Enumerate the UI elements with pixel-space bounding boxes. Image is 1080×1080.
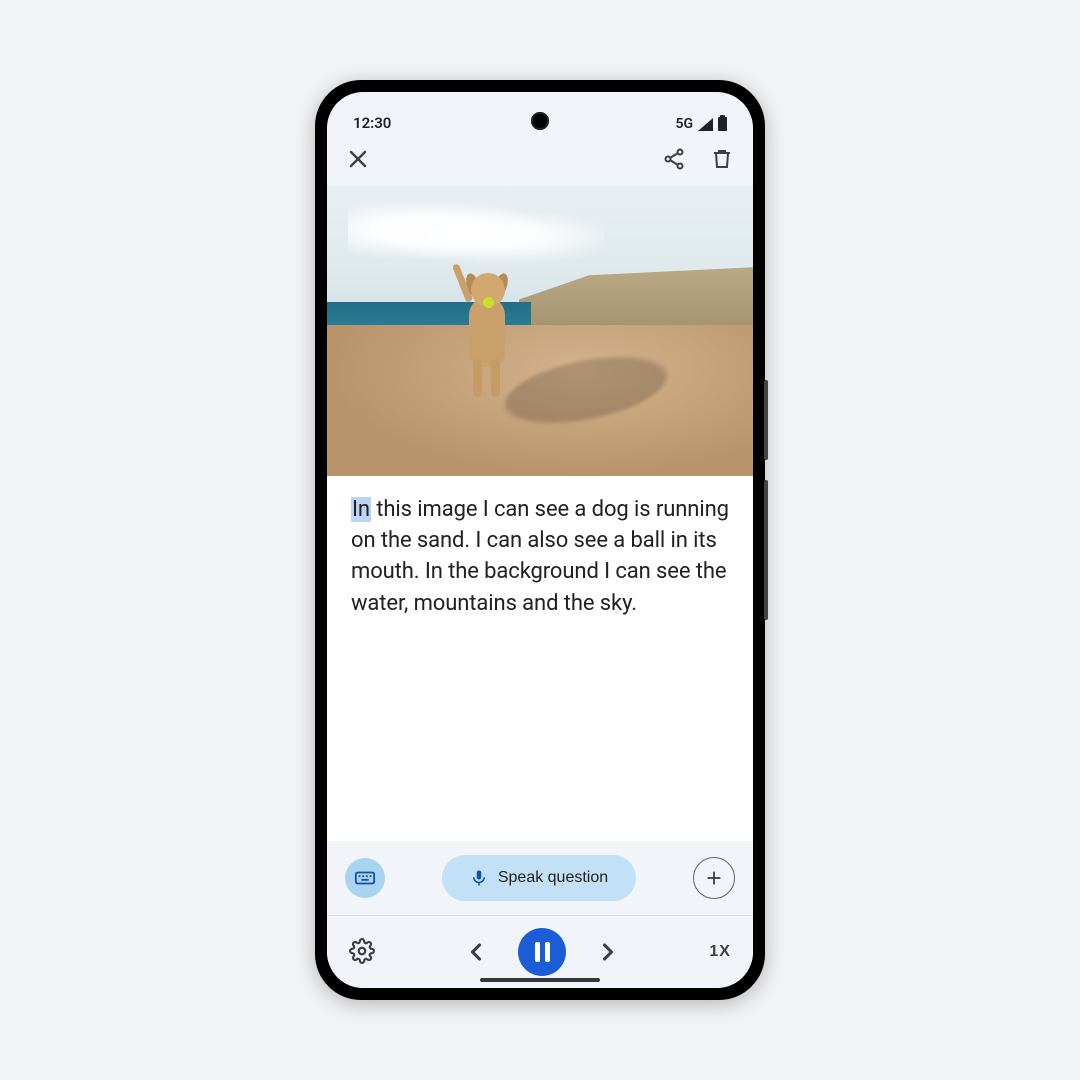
network-label: 5G	[675, 116, 693, 132]
speak-label: Speak question	[498, 869, 608, 887]
add-button[interactable]	[693, 857, 735, 899]
gear-icon	[349, 938, 375, 964]
playback-speed-button[interactable]: 1X	[709, 943, 731, 961]
caption-highlight: In	[351, 497, 371, 522]
plus-icon	[703, 867, 725, 889]
delete-button[interactable]	[709, 146, 735, 172]
volume-button	[764, 380, 768, 460]
screen: 12:30 5G	[327, 92, 753, 988]
app-bar	[327, 132, 753, 186]
share-button[interactable]	[661, 146, 687, 172]
close-button[interactable]	[345, 146, 371, 172]
phone-frame: 12:30 5G	[315, 80, 765, 1000]
pause-button[interactable]	[518, 928, 566, 976]
caption-text: In this image I can see a dog is running…	[327, 476, 753, 841]
question-input-bar: Speak question	[327, 841, 753, 916]
trash-icon	[710, 147, 734, 171]
settings-button[interactable]	[349, 938, 375, 967]
share-icon	[662, 147, 686, 171]
clock: 12:30	[353, 114, 391, 132]
nav-bar-pill[interactable]	[480, 978, 600, 982]
power-button	[764, 480, 768, 620]
mic-icon	[470, 869, 488, 887]
front-camera	[531, 112, 549, 130]
keyboard-button[interactable]	[345, 858, 385, 898]
signal-icon	[698, 118, 713, 131]
pause-icon	[535, 942, 550, 962]
close-icon	[346, 147, 370, 171]
battery-icon	[718, 117, 727, 131]
speak-question-button[interactable]: Speak question	[442, 855, 636, 901]
next-button[interactable]	[594, 938, 622, 966]
chevron-left-icon	[462, 938, 490, 966]
keyboard-icon	[354, 867, 376, 889]
caption-body: this image I can see a dog is running on…	[351, 497, 729, 616]
described-image	[327, 186, 753, 476]
previous-button[interactable]	[462, 938, 490, 966]
chevron-right-icon	[594, 938, 622, 966]
